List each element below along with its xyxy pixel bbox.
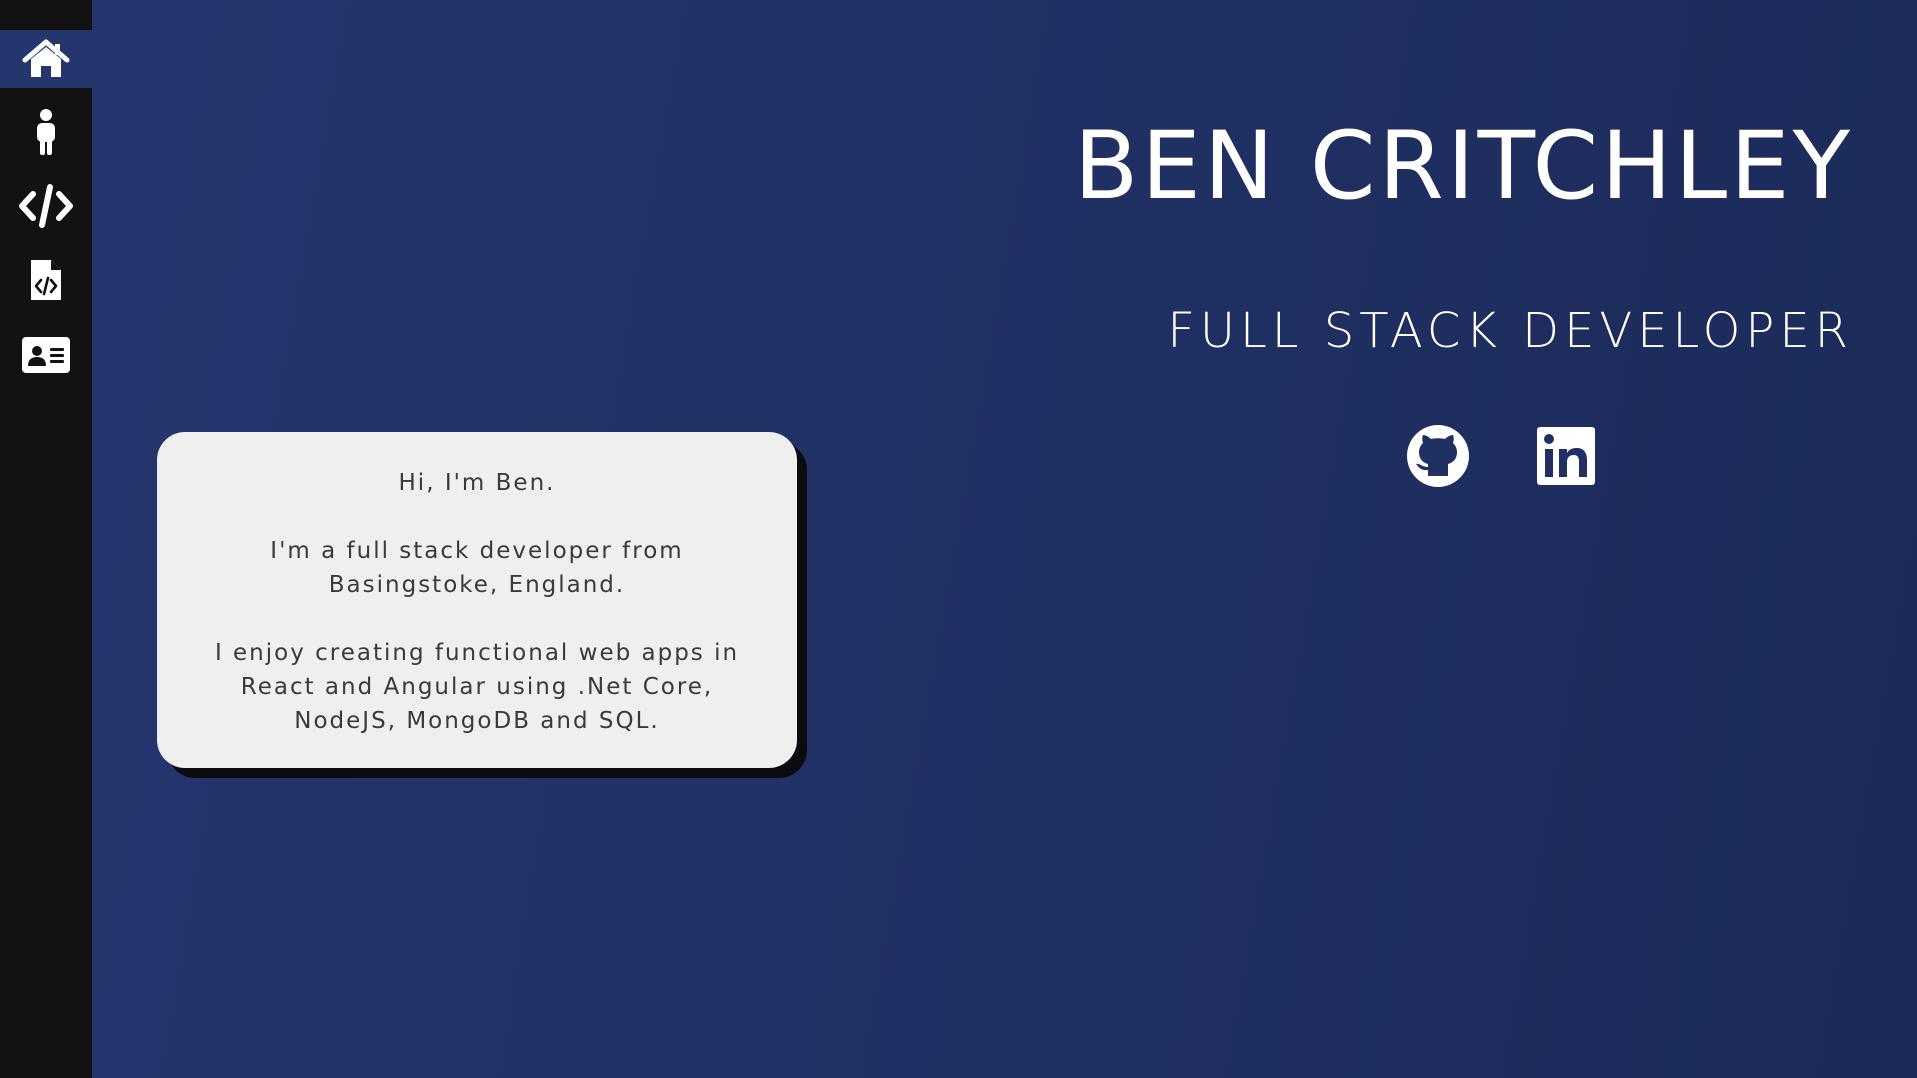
nav-contact[interactable] bbox=[0, 326, 92, 384]
linkedin-icon bbox=[1537, 427, 1595, 485]
about-location: I'm a full stack developer from Basingst… bbox=[270, 538, 684, 598]
nav-about[interactable] bbox=[0, 103, 92, 161]
linkedin-link[interactable] bbox=[1533, 423, 1599, 489]
home-icon bbox=[22, 39, 70, 77]
about-skills: I enjoy creating functional web apps in … bbox=[214, 640, 740, 734]
code-file-icon bbox=[31, 260, 61, 300]
nav-home[interactable] bbox=[0, 30, 92, 88]
nav-projects[interactable] bbox=[0, 251, 92, 309]
person-icon bbox=[37, 109, 55, 155]
about-card: Hi, I'm Ben. I'm a full stack developer … bbox=[157, 432, 797, 768]
code-icon bbox=[19, 184, 73, 228]
contact-card-icon bbox=[22, 337, 70, 373]
hero-name: BEN CRITCHLEY bbox=[1073, 112, 1853, 221]
nav-skills[interactable] bbox=[0, 177, 92, 235]
github-icon bbox=[1407, 425, 1469, 487]
hero-title: FULL STACK DEVELOPER bbox=[1167, 303, 1853, 359]
about-greeting: Hi, I'm Ben. bbox=[398, 470, 556, 496]
github-link[interactable] bbox=[1405, 423, 1471, 489]
sidebar-nav bbox=[0, 0, 92, 1078]
